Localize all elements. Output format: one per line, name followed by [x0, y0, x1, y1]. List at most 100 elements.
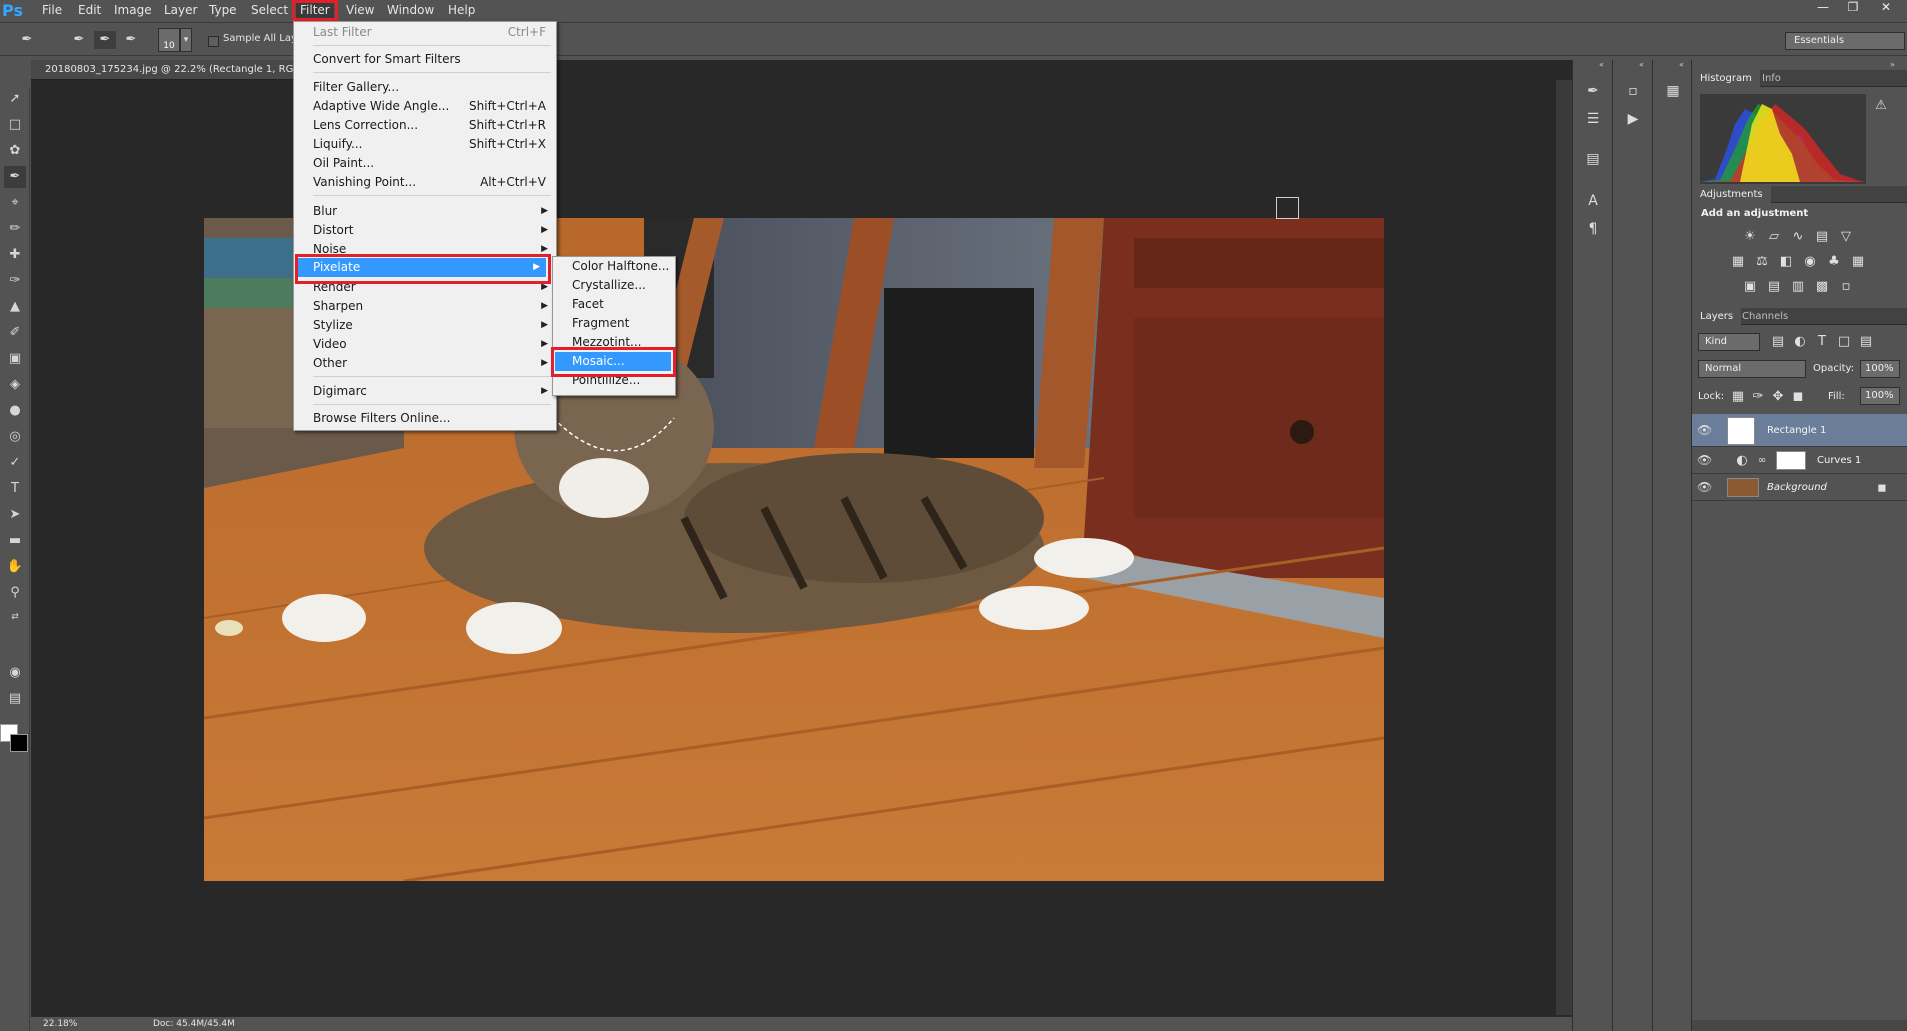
- menu-item-video[interactable]: Video ▶: [296, 335, 554, 354]
- lock-all-icon[interactable]: ◼: [1788, 388, 1808, 406]
- brush-tool-icon[interactable]: ✑: [4, 270, 26, 292]
- layer-row-background[interactable]: 👁 Background ◼: [1692, 475, 1907, 501]
- gradient-map-icon[interactable]: ▫: [1836, 278, 1856, 296]
- layer-name[interactable]: Background: [1767, 482, 1827, 493]
- invert-icon[interactable]: ▣: [1740, 278, 1760, 296]
- clone-source-icon[interactable]: ▤: [1582, 148, 1604, 170]
- menu-item-facet[interactable]: Facet: [555, 295, 673, 314]
- collapse-arrows-icon[interactable]: «: [1679, 60, 1684, 70]
- layer-name[interactable]: Curves 1: [1817, 455, 1861, 466]
- eraser-tool-icon[interactable]: ▣: [4, 348, 26, 370]
- tool-presets-icon[interactable]: ✒: [1582, 80, 1604, 102]
- filter-shape-icon[interactable]: □: [1834, 333, 1854, 351]
- character-panel-icon[interactable]: A: [1582, 190, 1604, 212]
- menu-item-lens-correction[interactable]: Lens Correction... Shift+Ctrl+R: [296, 116, 554, 135]
- chevron-down-icon[interactable]: ▾: [180, 28, 192, 52]
- navigator-panel-icon[interactable]: ▦: [1662, 80, 1684, 102]
- filter-pixel-icon[interactable]: ▤: [1768, 333, 1788, 351]
- collapse-arrows-icon[interactable]: »: [1890, 60, 1895, 70]
- fill-input[interactable]: 100%: [1860, 387, 1900, 405]
- vibrance-icon[interactable]: ▽: [1836, 228, 1856, 246]
- dodge-tool-icon[interactable]: ◎: [4, 426, 26, 448]
- pen-tool-icon[interactable]: ✓: [4, 452, 26, 474]
- warning-icon[interactable]: ⚠: [1873, 98, 1889, 114]
- filter-type-icon[interactable]: T: [1812, 333, 1832, 351]
- workspace-select[interactable]: Essentials: [1785, 32, 1905, 50]
- photo-filter-icon[interactable]: ◉: [1800, 253, 1820, 271]
- menu-image[interactable]: Image: [110, 0, 156, 21]
- tab-histogram[interactable]: Histogram: [1692, 70, 1760, 87]
- menu-item-digimarc[interactable]: Digimarc ▶: [296, 382, 554, 401]
- menu-item-liquify[interactable]: Liquify... Shift+Ctrl+X: [296, 135, 554, 154]
- minimize-icon[interactable]: —: [1808, 0, 1838, 14]
- add-to-selection-icon[interactable]: ✒: [94, 31, 116, 49]
- background-color-swatch[interactable]: [10, 734, 28, 752]
- menu-item-render[interactable]: Render ▶: [296, 278, 554, 297]
- collapse-arrows-icon[interactable]: «: [1599, 60, 1604, 70]
- curves-icon[interactable]: ∿: [1788, 228, 1808, 246]
- layer-row-curves[interactable]: 👁 ◐ ∞ Curves 1: [1692, 448, 1907, 474]
- collapse-arrows-icon[interactable]: «: [1639, 60, 1644, 70]
- layer-row-rectangle[interactable]: 👁 Rectangle 1: [1692, 414, 1907, 447]
- menu-item-filter-gallery[interactable]: Filter Gallery...: [296, 78, 554, 97]
- layer-kind-filter[interactable]: Kind: [1698, 333, 1760, 351]
- menu-item-noise[interactable]: Noise ▶: [296, 240, 554, 256]
- document-tab[interactable]: 20180803_175234.jpg @ 22.2% (Rectangle 1…: [31, 60, 293, 80]
- filter-adjustment-icon[interactable]: ◐: [1790, 333, 1810, 351]
- menu-item-fragment[interactable]: Fragment: [555, 314, 673, 333]
- menu-item-pointillize[interactable]: Pointillize...: [555, 371, 673, 391]
- tab-adjustments[interactable]: Adjustments: [1692, 186, 1771, 203]
- paragraph-panel-icon[interactable]: ¶: [1582, 218, 1604, 240]
- menu-item-vanishing-point[interactable]: Vanishing Point... Alt+Ctrl+V: [296, 173, 554, 192]
- tab-info[interactable]: Info: [1754, 70, 1789, 87]
- menu-item-pixelate[interactable]: Pixelate ▶: [296, 258, 546, 277]
- document-scrollbar[interactable]: [1556, 80, 1572, 1015]
- eye-icon[interactable]: 👁: [1697, 480, 1712, 494]
- menu-help[interactable]: Help: [444, 0, 479, 21]
- new-selection-icon[interactable]: ✒: [68, 31, 90, 49]
- zoom-tool-icon[interactable]: ⚲: [4, 582, 26, 604]
- opacity-input[interactable]: 100%: [1860, 360, 1900, 378]
- menu-item-last-filter[interactable]: Last Filter Ctrl+F: [296, 23, 554, 42]
- menu-edit[interactable]: Edit: [74, 0, 105, 21]
- swap-colors-icon[interactable]: ⇄: [4, 606, 26, 628]
- channel-mixer-icon[interactable]: ♣: [1824, 253, 1844, 271]
- close-icon[interactable]: ✕: [1871, 0, 1901, 14]
- hue-saturation-icon[interactable]: ▦: [1728, 253, 1748, 271]
- lock-transparent-icon[interactable]: ▦: [1728, 388, 1748, 406]
- quick-selection-preset-icon[interactable]: ✒: [16, 31, 38, 49]
- link-icon[interactable]: ∞: [1752, 452, 1772, 470]
- subtract-selection-icon[interactable]: ✒: [120, 31, 142, 49]
- levels-icon[interactable]: ▱: [1764, 228, 1784, 246]
- actions-panel-icon[interactable]: ▶: [1622, 108, 1644, 130]
- menu-type[interactable]: Type: [205, 0, 241, 21]
- color-lookup-icon[interactable]: ▦: [1848, 253, 1868, 271]
- zoom-level[interactable]: 22.18%: [43, 1017, 77, 1031]
- quick-mask-icon[interactable]: ◉: [4, 662, 26, 684]
- restore-icon[interactable]: ❐: [1838, 0, 1868, 14]
- sample-all-layers-checkbox[interactable]: [208, 36, 219, 47]
- lock-image-icon[interactable]: ✑: [1748, 388, 1768, 406]
- menu-select[interactable]: Select: [247, 0, 292, 21]
- menu-item-other[interactable]: Other ▶: [296, 354, 554, 373]
- blend-mode-select[interactable]: Normal: [1698, 360, 1806, 378]
- history-brush-tool-icon[interactable]: ✐: [4, 322, 26, 344]
- menu-item-convert-smart-filters[interactable]: Convert for Smart Filters: [296, 50, 554, 69]
- healing-brush-tool-icon[interactable]: ✚: [4, 244, 26, 266]
- crop-tool-icon[interactable]: ⌖: [4, 192, 26, 214]
- brightness-contrast-icon[interactable]: ☀: [1740, 228, 1760, 246]
- menu-item-stylize[interactable]: Stylize ▶: [296, 316, 554, 335]
- menu-item-sharpen[interactable]: Sharpen ▶: [296, 297, 554, 316]
- menu-item-color-halftone[interactable]: Color Halftone...: [555, 257, 673, 276]
- selective-color-icon[interactable]: ▩: [1812, 278, 1832, 296]
- posterize-icon[interactable]: ▤: [1764, 278, 1784, 296]
- menu-item-mezzotint[interactable]: Mezzotint...: [555, 333, 673, 349]
- brush-panel-icon[interactable]: ☰: [1582, 108, 1604, 130]
- menu-item-distort[interactable]: Distort ▶: [296, 221, 554, 240]
- marquee-tool-icon[interactable]: □: [4, 114, 26, 136]
- clone-stamp-tool-icon[interactable]: ▲: [4, 296, 26, 318]
- type-tool-icon[interactable]: T: [4, 478, 26, 500]
- menu-item-mosaic[interactable]: Mosaic...: [555, 352, 671, 371]
- menu-file[interactable]: File: [38, 0, 66, 21]
- paint-bucket-tool-icon[interactable]: ◈: [4, 374, 26, 396]
